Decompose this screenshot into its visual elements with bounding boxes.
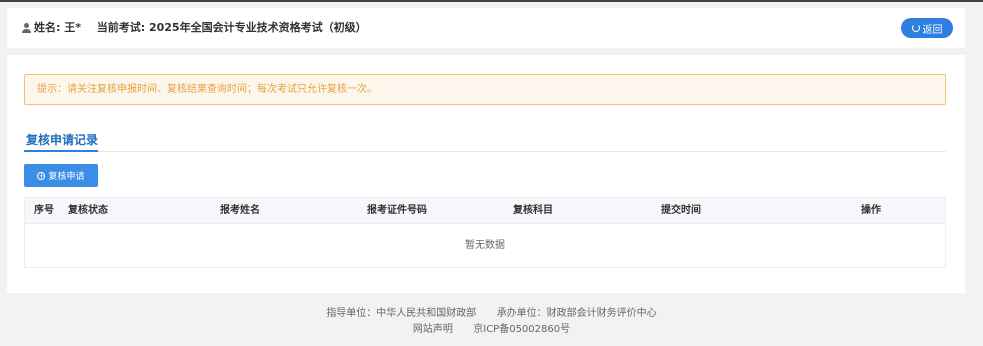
column-header-submit-time: 提交时间 [661,205,701,216]
apply-review-label: 复核申请 [48,172,85,182]
plus-circle-icon: + [37,171,46,180]
site-statement-link[interactable]: 网站声明 [413,322,453,338]
footer-guide-unit: 指导单位：中华人民共和国财政部 [326,308,477,319]
main-panel: 提示：请关注复核申报时间、复核结果查询时间；每次考试只允许复核一次。 复核申请记… [7,55,965,293]
column-header-status: 复核状态 [68,205,108,216]
name-label: 姓名: [34,21,61,34]
column-header-index: 序号 [34,205,54,216]
section-title: 复核申请记录 [26,133,99,147]
section-divider [24,151,946,152]
exam-label: 当前考试: [96,21,146,34]
column-header-subject: 复核科目 [513,205,553,216]
section-title-underline [24,150,98,152]
candidate-info: 姓名: 王* 当前考试: 2025年全国会计专业技术资格考试（初级） [34,20,367,36]
records-table: 序号 复核状态 报考姓名 报考证件号码 复核科目 提交时间 操作 暂无数据 [24,197,946,268]
notice-alert: 提示：请关注复核申报时间、复核结果查询时间；每次考试只允许复核一次。 [24,74,946,105]
header-bar: 姓名: 王* 当前考试: 2025年全国会计专业技术资格考试（初级） 返回 [7,8,965,48]
top-rule [0,0,983,2]
column-header-id-number: 报考证件号码 [367,205,427,216]
column-header-name: 报考姓名 [220,205,260,216]
apply-review-button[interactable]: + 复核申请 [24,164,98,187]
footer: 指导单位：中华人民共和国财政部 承办单位：财政部会计财务评价中心 网站声明 京I… [0,306,983,338]
icp-link[interactable]: 京ICP备05002860号 [473,322,570,338]
column-header-actions: 操作 [861,205,881,216]
refresh-icon [911,24,920,32]
back-button-label: 返回 [922,24,943,36]
table-header: 序号 复核状态 报考姓名 报考证件号码 复核科目 提交时间 操作 [25,198,945,224]
footer-host-unit: 承办单位：财政部会计财务评价中心 [496,308,657,319]
table-empty-state: 暂无数据 [465,240,505,251]
exam-value: 2025年全国会计专业技术资格考试（初级） [148,21,367,34]
user-icon [22,23,31,33]
back-button[interactable]: 返回 [901,18,953,38]
name-value: 王* [64,21,82,34]
